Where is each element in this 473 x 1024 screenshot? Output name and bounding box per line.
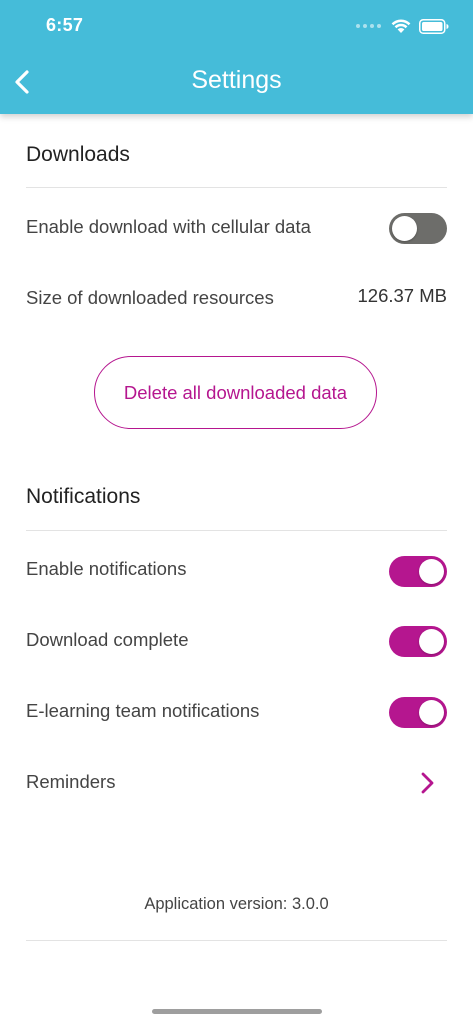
delete-downloads-button[interactable]: Delete all downloaded data — [94, 356, 377, 429]
downloaded-size-value: 126.37 MB — [357, 285, 447, 306]
divider — [26, 940, 447, 941]
notifications-section-title: Notifications — [26, 485, 141, 508]
chevron-right-icon[interactable] — [418, 771, 438, 795]
battery-icon — [419, 18, 449, 34]
download-complete-toggle[interactable] — [389, 626, 447, 657]
page-title: Settings — [191, 66, 282, 94]
reminders-row[interactable]: Reminders — [26, 771, 115, 793]
downloads-section-title: Downloads — [26, 143, 130, 166]
cellular-download-toggle[interactable] — [389, 213, 447, 244]
elearning-notifications-toggle[interactable] — [389, 697, 447, 728]
status-time: 6:57 — [46, 15, 84, 35]
wifi-icon — [391, 19, 411, 33]
elearning-notifications-label: E-learning team notifications — [26, 700, 260, 721]
app-header: 6:57 Settings — [0, 0, 473, 114]
home-indicator[interactable] — [152, 1009, 322, 1014]
divider — [26, 530, 447, 531]
enable-notifications-toggle[interactable] — [389, 556, 447, 587]
cellular-download-label: Enable download with cellular data — [26, 216, 311, 237]
downloaded-size-label: Size of downloaded resources — [26, 287, 274, 308]
app-version: Application version: 3.0.0 — [144, 895, 329, 913]
toggle-knob — [419, 700, 444, 725]
enable-notifications-label: Enable notifications — [26, 558, 187, 579]
divider — [26, 187, 447, 188]
toggle-knob — [392, 216, 417, 241]
status-icons — [356, 16, 449, 36]
download-complete-label: Download complete — [26, 629, 189, 650]
toggle-knob — [419, 629, 444, 654]
cellular-signal-icon — [356, 24, 381, 28]
toggle-knob — [419, 559, 444, 584]
